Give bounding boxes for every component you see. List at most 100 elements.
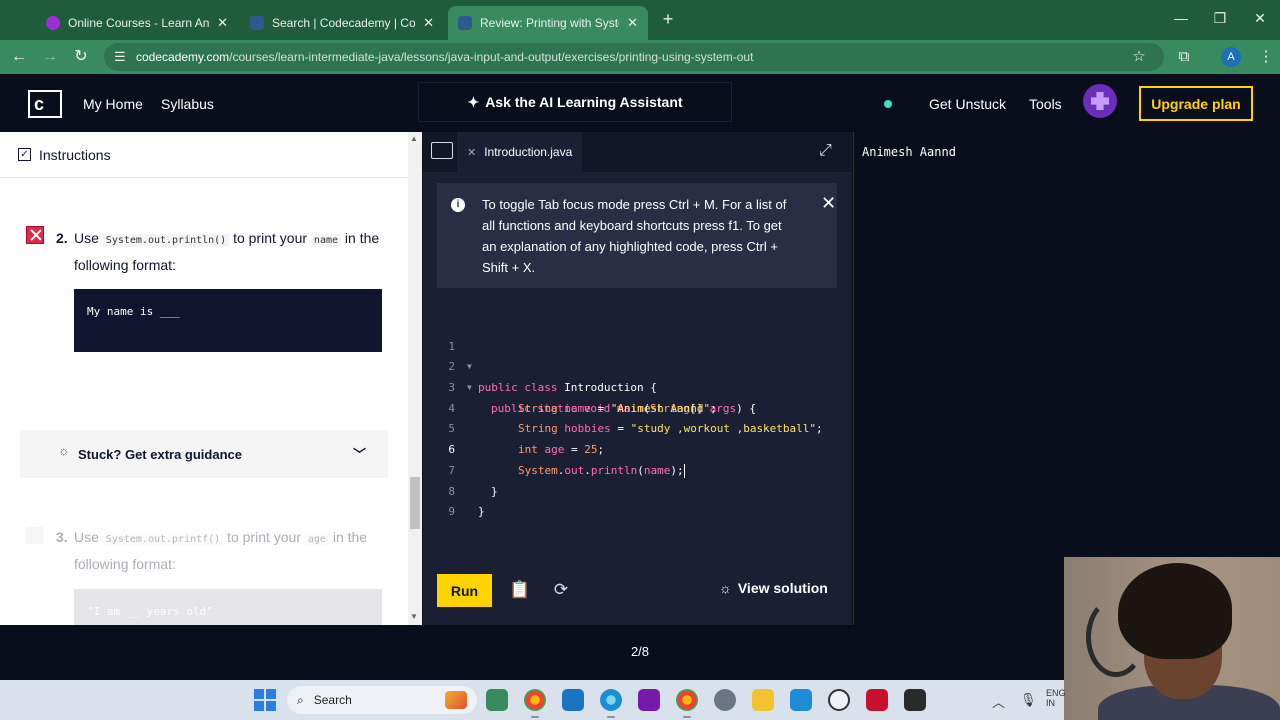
new-tab-button[interactable]: + — [658, 9, 678, 29]
browser-tab-online-courses[interactable]: Online Courses - Learn Anythin ✕ — [36, 6, 238, 40]
codecademy-header: c My Home Syllabus ✦ Ask the AI Learning… — [0, 74, 1280, 132]
stuck-guidance-toggle[interactable]: ☼ Stuck? Get extra guidance ﹀ — [20, 430, 388, 478]
user-avatar[interactable] — [1083, 84, 1117, 118]
edge-icon[interactable] — [600, 689, 622, 718]
webcam-overlay — [1064, 557, 1280, 720]
ask-ai-assistant-button[interactable]: ✦ Ask the AI Learning Assistant — [418, 82, 732, 122]
search-highlight-icon — [445, 691, 467, 709]
sparkle-icon: ✦ — [467, 93, 480, 110]
code-line-current: 6 System.out.println(name); — [423, 419, 852, 478]
settings-gear-icon[interactable] — [714, 689, 736, 711]
close-tab-icon[interactable]: ✕ — [423, 15, 434, 31]
task-3-text: 3. Use System.out.printf() to print your… — [56, 525, 394, 576]
task-failed-icon — [26, 226, 44, 244]
reset-icon[interactable]: ⟳ — [551, 580, 571, 600]
info-icon: i — [451, 198, 465, 212]
scroll-down-icon[interactable]: ▼ — [410, 612, 418, 621]
instructions-scrollbar[interactable]: ▲ ▼ — [408, 132, 422, 625]
clock-app-icon[interactable] — [828, 689, 850, 711]
lightbulb-icon: ☼ — [719, 580, 732, 596]
task-checkbox — [26, 527, 43, 544]
task-2-text: 2. Use System.out.println() to print you… — [56, 226, 394, 277]
address-bar[interactable]: ☰ codecademy.com/courses/learn-intermedi… — [104, 43, 1164, 71]
folder-icon[interactable] — [431, 142, 453, 159]
browser-tab-title: Review: Printing with System.ou — [480, 16, 619, 30]
expand-icon[interactable]: ⤢ — [819, 142, 832, 160]
store-app-icon[interactable] — [562, 689, 584, 711]
close-tab-icon[interactable]: ✕ — [217, 15, 228, 31]
scroll-up-icon[interactable]: ▲ — [410, 134, 418, 143]
code-area[interactable]: 1 ▼ public class Introduction { 2 ▼ publ… — [423, 316, 852, 519]
upgrade-plan-button[interactable]: Upgrade plan — [1139, 86, 1253, 121]
gallery-app-icon[interactable] — [486, 689, 508, 711]
scrollbar-thumb[interactable] — [410, 477, 420, 529]
code-line: 5 int age = 25; — [423, 399, 852, 456]
windows-taskbar: ⌕ Search ︿ 🎙 ENG IN — [0, 680, 1066, 720]
codecademy-logo[interactable]: c — [28, 90, 62, 118]
instructions-pane: ✓ Instructions 2. Use System.out.println… — [0, 132, 422, 625]
avatar-pixel-icon — [1091, 92, 1109, 110]
forward-icon[interactable]: → — [40, 47, 60, 67]
close-tab-icon[interactable]: ✕ — [627, 15, 638, 31]
code-editor-pane: ✕ Introduction.java ⤢ i To toggle Tab fo… — [423, 132, 852, 625]
back-icon[interactable]: ← — [9, 47, 29, 67]
onenote-icon[interactable] — [638, 689, 660, 711]
reload-icon[interactable]: ↻ — [71, 47, 91, 67]
vscode-icon[interactable] — [790, 689, 812, 711]
task-number: 2. — [56, 230, 68, 246]
tray-chevron-up-icon[interactable]: ︿ — [992, 692, 1005, 711]
browser-tab-search[interactable]: Search | Codecademy | Codecad ✕ — [240, 6, 444, 40]
maximize-icon[interactable]: ❐ — [1210, 10, 1230, 27]
browser-tab-review-printing[interactable]: Review: Printing with System.ou ✕ — [448, 6, 648, 40]
site-info-icon[interactable]: ☰ — [114, 49, 126, 65]
profile-avatar[interactable]: A — [1221, 47, 1241, 67]
file-tab-label: Introduction.java — [484, 145, 573, 159]
view-solution-button[interactable]: ☼ View solution — [719, 580, 828, 596]
inline-code: System.out.printf() — [102, 533, 224, 546]
nav-my-home[interactable]: My Home — [83, 96, 143, 112]
example-code-block: My name is ___ — [74, 289, 382, 352]
windows-start-icon[interactable] — [254, 689, 276, 711]
code-text: } — [478, 505, 485, 519]
output-text: Animesh Aannd — [862, 145, 956, 159]
chrome-icon[interactable] — [524, 689, 546, 718]
lightbulb-icon: ☼ — [58, 443, 70, 458]
instructions-header: ✓ Instructions — [0, 132, 408, 178]
nav-syllabus[interactable]: Syllabus — [161, 96, 214, 112]
clipboard-icon[interactable]: 📋 — [509, 580, 530, 600]
language-indicator[interactable]: ENG IN — [1046, 688, 1066, 708]
browser-menu-icon[interactable]: ⋮ — [1256, 47, 1276, 67]
get-unstuck-menu[interactable]: Get Unstuck — [929, 96, 1006, 112]
minimize-icon[interactable]: — — [1171, 10, 1191, 26]
code-line: 8 } — [423, 461, 852, 519]
bookmark-star-icon[interactable]: ☆ — [1129, 47, 1149, 67]
run-button[interactable]: Run — [437, 574, 492, 607]
close-file-icon[interactable]: ✕ — [467, 146, 476, 159]
output-terminal: Animesh Aannd — [853, 132, 1280, 625]
example-code-block: "I am __ years old" — [74, 589, 382, 625]
code-line: 4 String hobbies = "study ,workout ,bask… — [423, 378, 852, 436]
chrome-profile-icon[interactable] — [676, 689, 698, 718]
code-line: 2 ▼ public static void main(String[] arg… — [423, 337, 852, 414]
extensions-icon[interactable]: ⧉ — [1174, 47, 1194, 67]
tools-menu[interactable]: Tools — [1029, 96, 1062, 112]
codecademy-favicon-icon — [250, 16, 264, 30]
view-solution-label: View solution — [737, 580, 828, 596]
close-window-icon[interactable]: ✕ — [1250, 10, 1270, 27]
url-path: /courses/learn-intermediate-java/lessons… — [229, 50, 754, 64]
file-explorer-icon[interactable] — [752, 689, 774, 711]
browser-tab-title: Search | Codecademy | Codecad — [272, 16, 416, 30]
taskbar-search[interactable]: ⌕ Search — [287, 686, 477, 714]
task-text: Use — [74, 230, 103, 246]
browser-tab-title: Online Courses - Learn Anythin — [68, 16, 210, 30]
microphone-icon[interactable]: 🎙 — [1020, 692, 1037, 708]
mcafee-icon[interactable] — [866, 689, 888, 711]
tab-focus-notice: i To toggle Tab focus mode press Ctrl + … — [437, 183, 837, 288]
code-line: 9 — [423, 482, 852, 518]
terminal-app-icon[interactable] — [904, 689, 926, 711]
close-notice-icon[interactable]: ✕ — [821, 193, 836, 214]
inline-code: name — [310, 234, 342, 247]
instructions-heading: Instructions — [39, 146, 111, 163]
line-number: 9 — [448, 505, 455, 519]
editor-file-tab[interactable]: ✕ Introduction.java — [457, 132, 583, 172]
